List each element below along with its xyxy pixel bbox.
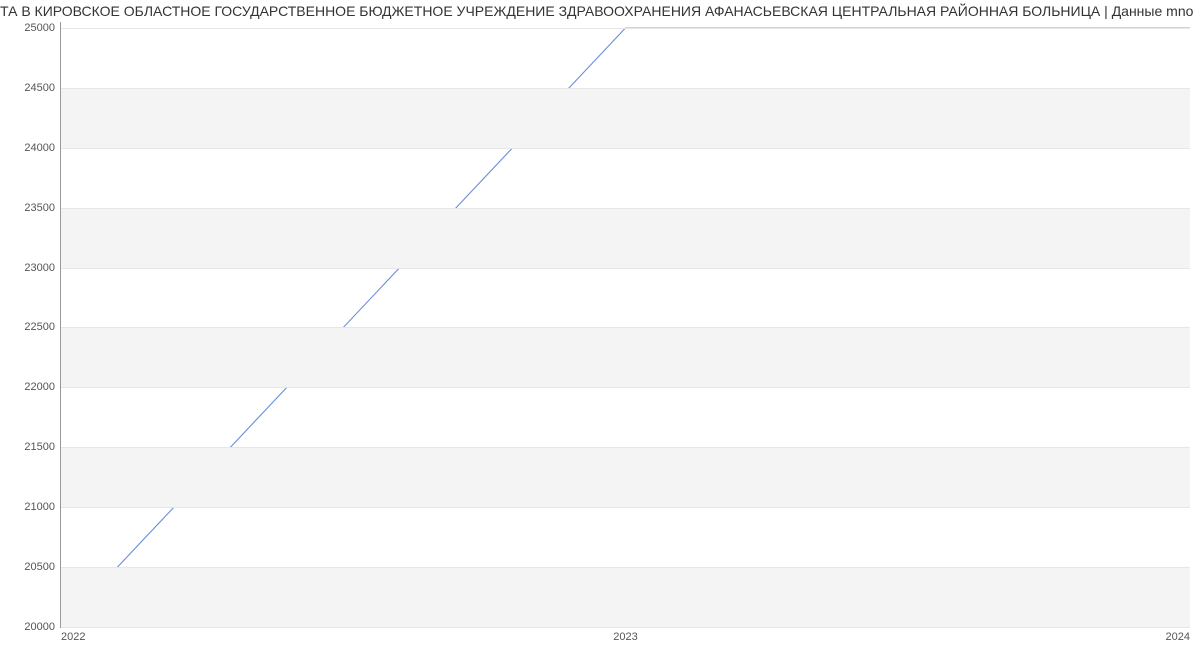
gridline-h xyxy=(61,28,1190,29)
y-tick-label: 24000 xyxy=(24,142,61,154)
gridline-h xyxy=(61,387,1190,388)
gridline-h xyxy=(61,88,1190,89)
y-tick-label: 22000 xyxy=(24,381,61,393)
gridline-h xyxy=(61,567,1190,568)
plot-area: 2000020500210002150022000225002300023500… xyxy=(60,22,1190,628)
y-tick-label: 25000 xyxy=(24,22,61,34)
gridline-h xyxy=(61,208,1190,209)
gridline-h xyxy=(61,507,1190,508)
grid-band xyxy=(61,447,1190,507)
x-tick-label: 2024 xyxy=(1166,627,1190,643)
chart-title: ТА В КИРОВСКОЕ ОБЛАСТНОЕ ГОСУДАРСТВЕННОЕ… xyxy=(0,0,1200,22)
y-tick-label: 20500 xyxy=(24,561,61,573)
y-tick-label: 23000 xyxy=(24,262,61,274)
gridline-h xyxy=(61,327,1190,328)
y-tick-label: 20000 xyxy=(24,621,61,633)
grid-band xyxy=(61,327,1190,387)
y-tick-label: 23500 xyxy=(24,202,61,214)
gridline-h xyxy=(61,148,1190,149)
x-tick-label: 2022 xyxy=(61,627,85,643)
chart-container: ТА В КИРОВСКОЕ ОБЛАСТНОЕ ГОСУДАРСТВЕННОЕ… xyxy=(0,0,1200,650)
y-tick-label: 21000 xyxy=(24,501,61,513)
gridline-h xyxy=(61,447,1190,448)
y-tick-label: 21500 xyxy=(24,441,61,453)
grid-band xyxy=(61,567,1190,627)
x-tick-label: 2023 xyxy=(613,627,637,643)
grid-band xyxy=(61,88,1190,148)
gridline-h xyxy=(61,268,1190,269)
y-tick-label: 24500 xyxy=(24,82,61,94)
grid-band xyxy=(61,208,1190,268)
y-tick-label: 22500 xyxy=(24,321,61,333)
